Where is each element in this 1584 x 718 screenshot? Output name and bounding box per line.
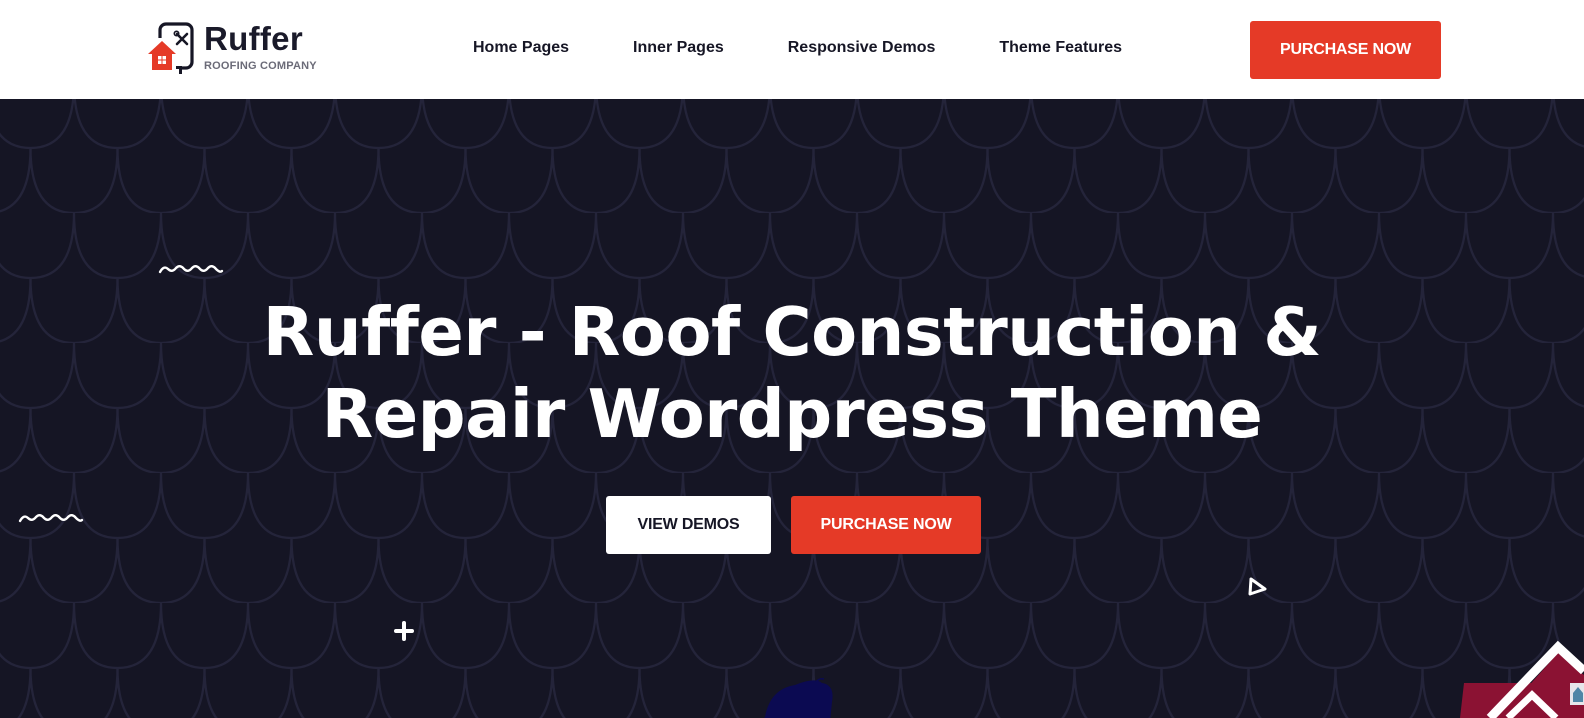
- triangle-icon: [1248, 577, 1267, 596]
- hero-title: Ruffer - Roof Construction & Repair Word…: [0, 291, 1584, 455]
- nav-item-home-pages[interactable]: Home Pages: [473, 39, 569, 57]
- house-tools-logo-icon: [148, 22, 194, 74]
- house-illustration: [1460, 640, 1584, 718]
- nav-item-inner-pages[interactable]: Inner Pages: [633, 39, 724, 57]
- main-nav: Home Pages Inner Pages Responsive Demos …: [473, 39, 1122, 57]
- logo-tagline: ROOFING COMPANY: [204, 60, 317, 72]
- blob-shape: [764, 678, 833, 718]
- zigzag-icon: [18, 514, 84, 523]
- zigzag-icon: [158, 265, 224, 274]
- logo[interactable]: Ruffer ROOFING COMPANY: [146, 22, 317, 76]
- hero-title-line-2: Repair Wordpress Theme: [321, 375, 1263, 453]
- plus-icon: [394, 621, 414, 641]
- nav-item-theme-features[interactable]: Theme Features: [999, 39, 1122, 57]
- hero-purchase-button[interactable]: PURCHASE NOW: [791, 496, 981, 554]
- logo-name: Ruffer: [204, 20, 303, 57]
- view-demos-button[interactable]: VIEW DEMOS: [606, 496, 771, 554]
- site-header: Ruffer ROOFING COMPANY Home Pages Inner …: [0, 0, 1584, 99]
- header-purchase-button[interactable]: PURCHASE NOW: [1250, 21, 1441, 79]
- hero-title-line-1: Ruffer - Roof Construction &: [262, 293, 1322, 371]
- hero-section: Ruffer - Roof Construction & Repair Word…: [0, 99, 1584, 718]
- nav-item-responsive-demos[interactable]: Responsive Demos: [788, 39, 936, 57]
- hero-actions: VIEW DEMOS PURCHASE NOW: [606, 496, 981, 554]
